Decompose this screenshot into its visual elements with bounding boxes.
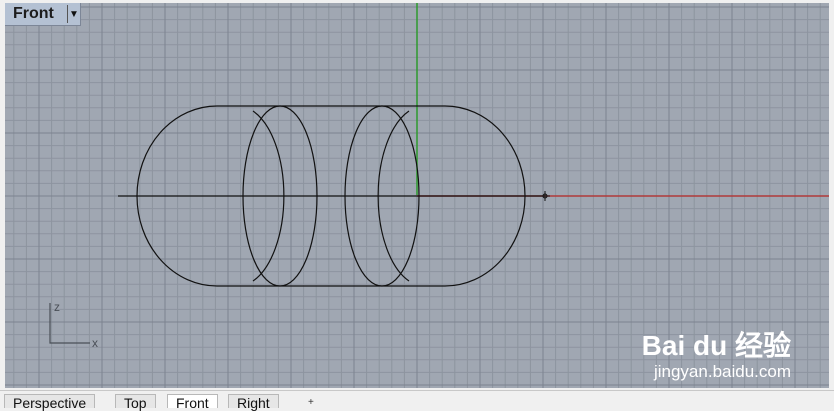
chevron-down-icon: ▼ xyxy=(69,8,79,20)
watermark-url: jingyan.baidu.com xyxy=(653,362,791,381)
tab-front[interactable]: Front xyxy=(167,394,218,411)
front-viewport[interactable]: Front ▼ z x Bai du 经验 jingyan.baidu.com xyxy=(5,3,829,388)
add-tab-icon[interactable]: + xyxy=(308,397,314,408)
viewport-title-bar[interactable]: Front ▼ xyxy=(5,3,81,26)
tab-perspective[interactable]: Perspective xyxy=(4,394,96,411)
axis-triad-icon: z x xyxy=(49,300,98,349)
tab-top[interactable]: Top xyxy=(115,394,156,411)
tab-right[interactable]: Right xyxy=(228,394,279,411)
axis-x-label: x xyxy=(92,336,98,349)
viewport-title[interactable]: Front xyxy=(5,5,67,23)
viewport-tab-bar: Perspective Top Front Right + xyxy=(0,390,834,411)
watermark-logo: Bai du 经验 xyxy=(641,330,791,361)
cursor-crosshair-icon xyxy=(540,191,550,201)
axis-z-label: z xyxy=(54,300,60,314)
viewport-menu-button[interactable]: ▼ xyxy=(67,5,80,23)
baidu-watermark: Bai du 经验 jingyan.baidu.com xyxy=(642,324,791,382)
